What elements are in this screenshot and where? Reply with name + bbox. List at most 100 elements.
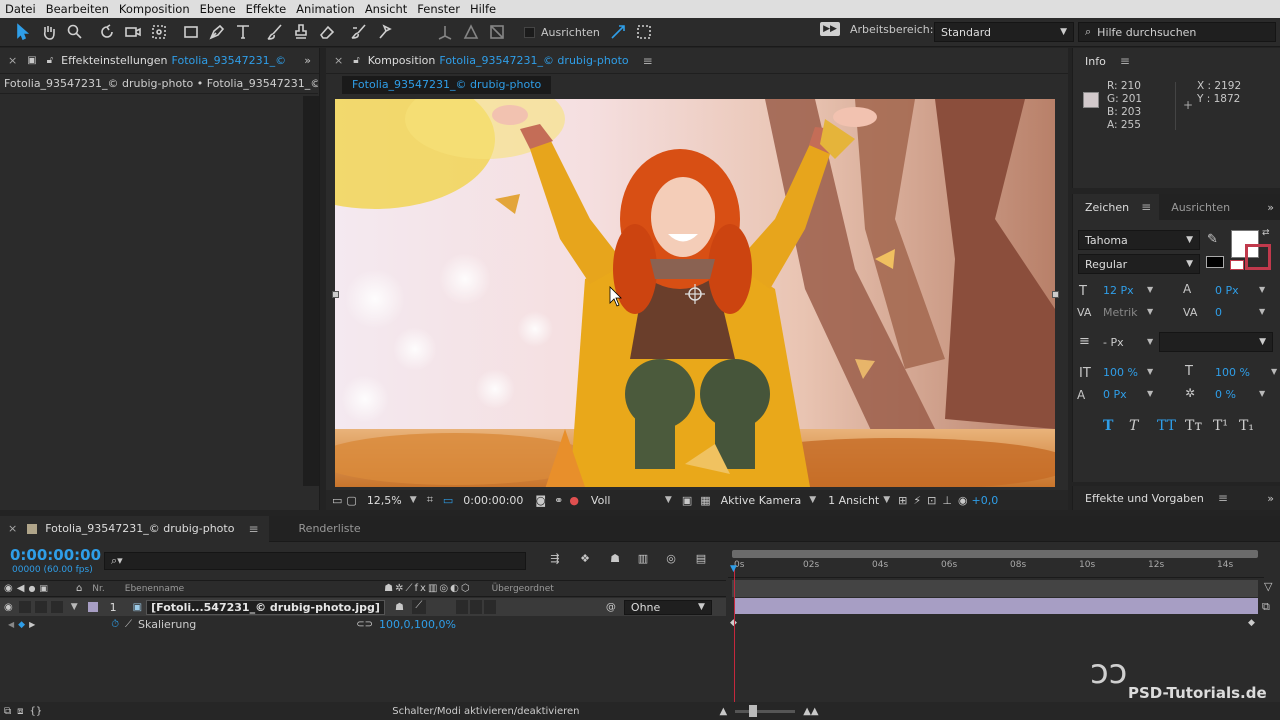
comp-mini-flowchart-icon[interactable]: ⇶ xyxy=(540,552,570,565)
flowchart-icon[interactable]: ⊥ xyxy=(942,494,952,507)
pen-tool-icon[interactable] xyxy=(205,20,229,44)
zoom-slider[interactable] xyxy=(735,704,796,717)
comp-button-icon[interactable]: ▽ xyxy=(1264,580,1272,593)
mask-visibility-icon[interactable]: ▭ xyxy=(443,494,453,507)
solo-toggle[interactable] xyxy=(34,601,47,613)
label-icon[interactable]: ⌂ xyxy=(76,583,82,594)
chevron-down-icon[interactable]: ▼ xyxy=(1259,389,1265,398)
camera-value[interactable]: Aktive Kamera xyxy=(721,494,802,507)
property-value[interactable]: 100,0,100,0% xyxy=(379,618,456,631)
axis-local-icon[interactable] xyxy=(433,20,457,44)
camera-tool-icon[interactable] xyxy=(121,20,145,44)
tab-zeichen[interactable]: Zeichen ≡ xyxy=(1073,194,1160,220)
graph-editor-icon[interactable]: ▤ xyxy=(686,552,716,565)
font-size-value[interactable]: 12 Px xyxy=(1103,284,1134,297)
menu-animation[interactable]: Animation xyxy=(291,0,360,18)
draft-3d-icon[interactable]: ❖ xyxy=(570,552,600,565)
chevron-down-icon[interactable]: ▼ xyxy=(1259,307,1265,316)
comp-panel-title[interactable]: Komposition xyxy=(368,54,436,67)
zoom-value[interactable]: 12,5% xyxy=(367,494,402,507)
effects-scrollbar[interactable] xyxy=(303,96,319,486)
brush-tool-icon[interactable] xyxy=(263,20,287,44)
panel-menu-icon[interactable]: ≡ xyxy=(1218,491,1228,505)
menu-fenster[interactable]: Fenster xyxy=(412,0,465,18)
timeline-track-area[interactable]: 0s02s04s06s08s10s12s14s ◆ ◆ ▼ xyxy=(728,544,1264,706)
next-keyframe-icon[interactable]: ▶ xyxy=(29,620,35,629)
snap-icon[interactable] xyxy=(606,20,630,44)
camera-snapshot-icon[interactable]: ◙ xyxy=(535,494,546,507)
zoom-in-icon[interactable]: ▲▲ xyxy=(803,706,818,717)
panel-menu-icon[interactable]: ≡ xyxy=(643,54,653,68)
switch-box[interactable] xyxy=(455,600,468,614)
clone-stamp-tool-icon[interactable] xyxy=(289,20,313,44)
layer-label-color[interactable] xyxy=(87,602,98,612)
stopwatch-icon[interactable]: ⏱ xyxy=(111,619,119,630)
tracking-value[interactable]: 0 xyxy=(1215,306,1222,319)
effects-presets-title[interactable]: Effekte und Vorgaben xyxy=(1085,492,1204,505)
composition-image[interactable] xyxy=(335,99,1055,487)
quality-switch[interactable]: ⟋ xyxy=(411,600,426,614)
faux-italic-button[interactable]: T xyxy=(1129,418,1157,434)
pan-behind-tool-icon[interactable] xyxy=(147,20,171,44)
menu-ebene[interactable]: Ebene xyxy=(195,0,241,18)
font-family-select[interactable]: Tahoma ▼ xyxy=(1078,230,1200,250)
shy-switch-icon[interactable]: ☗ xyxy=(395,602,404,613)
selection-tool-icon[interactable] xyxy=(11,20,35,44)
kerning-value[interactable]: Metrik xyxy=(1103,306,1138,319)
audio-toggle[interactable] xyxy=(18,601,31,613)
help-search-field[interactable]: ⌕ Hilfe durchsuchen xyxy=(1078,22,1276,42)
safe-margins-icon[interactable]: ⌗ xyxy=(427,493,433,507)
font-style-select[interactable]: Regular ▼ xyxy=(1078,254,1200,274)
stroke-type-select[interactable]: ▼ xyxy=(1159,332,1273,352)
timeline-timecode[interactable]: 0:00:00:00 xyxy=(10,546,101,564)
lock-icon[interactable]: 🔓︎ xyxy=(353,55,359,66)
leading-value[interactable]: 0 Px xyxy=(1215,284,1239,297)
stroke-width-value[interactable]: - Px xyxy=(1103,336,1124,349)
close-icon[interactable]: × xyxy=(8,522,17,535)
eyedropper-icon[interactable]: ✎ xyxy=(1207,232,1218,247)
all-caps-button[interactable]: TT xyxy=(1157,418,1185,434)
layer-row[interactable]: ◉ ▼ 1 ▣ [Fotoli...547231_© drubig-photo.… xyxy=(0,598,726,616)
transfer-controls-icon[interactable]: ⧈ xyxy=(17,706,23,717)
chevron-down-icon[interactable]: ▼ xyxy=(809,495,816,505)
lock-icon[interactable]: ▣ xyxy=(27,55,36,66)
color-channels-icon[interactable]: ● xyxy=(569,494,579,507)
layer-search-field[interactable]: ⌕▾ xyxy=(104,552,526,570)
parent-select[interactable]: Ohne ▼ xyxy=(623,599,712,615)
no-color-swatch[interactable] xyxy=(1230,260,1244,270)
switch-box[interactable] xyxy=(483,600,496,614)
chevron-down-icon[interactable]: ▼ xyxy=(665,495,672,505)
audio-icon[interactable]: ◀ xyxy=(17,583,25,594)
panel-overflow-icon[interactable]: » xyxy=(304,54,311,67)
chevron-down-icon[interactable]: ▼ xyxy=(1271,367,1277,376)
monitor-icon[interactable]: ▢ xyxy=(346,494,356,507)
toggle-switches-modes[interactable]: Schalter/Modi aktivieren/deaktivieren xyxy=(392,706,579,717)
chevron-down-icon[interactable]: ▼ xyxy=(883,495,890,505)
panel-menu-icon[interactable]: ≡ xyxy=(1120,54,1130,68)
workspace-icon[interactable]: ▶▶ xyxy=(820,22,840,36)
show-snapshot-icon[interactable]: ⚭ xyxy=(554,494,563,507)
baseline-shift-value[interactable]: 0 Px xyxy=(1103,388,1127,401)
small-caps-button[interactable]: Tт xyxy=(1185,418,1213,434)
property-row[interactable]: ◀ ◆ ▶ ⏱ ⟋ Skalierung ⊂⊃ 100,0,100,0% xyxy=(0,616,726,633)
subscript-button[interactable]: T₁ xyxy=(1239,418,1259,434)
playhead-line[interactable] xyxy=(734,566,735,706)
info-panel-title[interactable]: Info xyxy=(1085,55,1106,68)
panel-overflow-icon[interactable]: » xyxy=(1267,201,1274,214)
chevron-down-icon[interactable]: ▼ xyxy=(410,495,417,505)
col-layer-name[interactable]: Ebenenname xyxy=(125,584,184,594)
align-checkbox[interactable] xyxy=(524,26,535,38)
superscript-button[interactable]: T¹ xyxy=(1213,418,1239,434)
comp-panel-file[interactable]: Fotolia_93547231_© drubig-photo xyxy=(439,54,628,67)
frame-blending-icon[interactable]: ▥ xyxy=(630,552,656,565)
fast-preview-icon[interactable]: ⚡ xyxy=(913,494,921,507)
view-value[interactable]: 1 Ansicht xyxy=(828,494,879,507)
pixel-aspect-icon[interactable]: ⊞ xyxy=(898,494,907,507)
puppet-tool-icon[interactable] xyxy=(373,20,397,44)
time-ruler[interactable]: 0s 02s 04s 06s 08s 10s 12s 14s xyxy=(728,560,1264,578)
chevron-down-icon[interactable]: ▼ xyxy=(1259,285,1265,294)
transform-handle-right[interactable] xyxy=(1052,291,1059,298)
comp-tab[interactable]: Fotolia_93547231_© drubig-photo xyxy=(342,76,552,94)
text-tool-icon[interactable] xyxy=(231,20,255,44)
in-out-icon[interactable]: {} xyxy=(30,706,43,717)
